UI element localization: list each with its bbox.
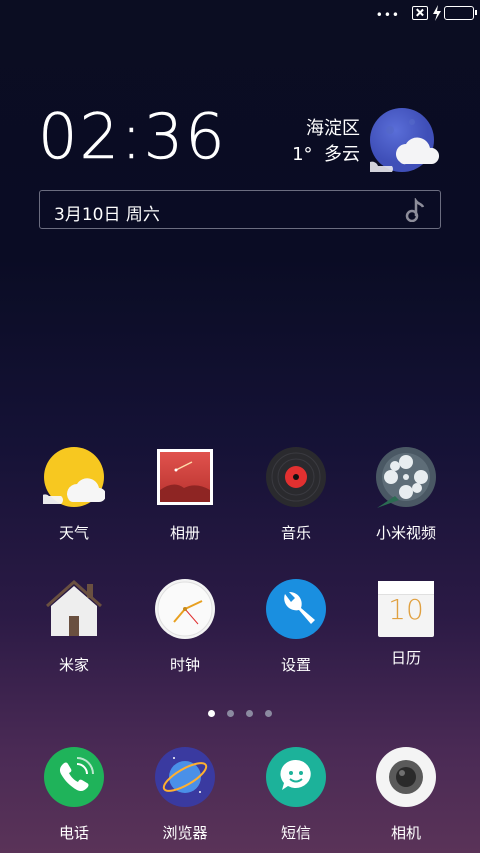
app-label: 电话	[58, 824, 89, 842]
charging-icon	[433, 5, 441, 21]
weather-condition: 多云	[324, 144, 360, 165]
film-reel-icon	[376, 447, 436, 508]
vinyl-record-icon	[266, 447, 326, 507]
globe-icon	[155, 747, 215, 807]
more-notifications-icon: •••	[375, 8, 400, 22]
page-dot[interactable]	[265, 710, 272, 717]
app-clock[interactable]: 时钟	[135, 578, 235, 675]
house-icon	[46, 579, 102, 636]
wrench-icon	[266, 579, 326, 639]
app-gallery[interactable]: 相册	[135, 446, 235, 543]
status-bar: •••	[0, 0, 480, 28]
app-label: 设置	[280, 656, 311, 674]
calendar-day: 10	[388, 593, 424, 626]
app-label: 短信	[280, 824, 311, 842]
battery-icon	[444, 6, 477, 20]
dock-sms[interactable]: 短信	[246, 746, 346, 843]
weather-temp-condition: 1° 多云	[292, 142, 360, 168]
smiley-message-icon	[266, 747, 326, 807]
page-dot[interactable]	[208, 710, 215, 717]
app-weather[interactable]: 天气	[24, 446, 124, 543]
weather-temp: 1°	[292, 144, 313, 165]
app-label: 日历	[390, 649, 421, 667]
date-text: 3月10日 周六	[54, 205, 160, 225]
app-label: 米家	[58, 656, 89, 674]
app-label: 浏览器	[162, 824, 208, 842]
app-label: 相册	[169, 524, 200, 542]
app-settings[interactable]: 设置	[246, 578, 346, 675]
moon-cloud-icon[interactable]	[370, 108, 440, 174]
clock-time[interactable]: 02:36	[38, 100, 227, 174]
app-label: 天气	[58, 524, 89, 542]
app-music[interactable]: 音乐	[246, 446, 346, 543]
app-calendar[interactable]: 10 日历	[356, 578, 456, 668]
dock-browser[interactable]: 浏览器	[135, 746, 235, 843]
calendar-icon: 10	[378, 581, 434, 637]
app-video[interactable]: 小米视频	[356, 446, 456, 543]
no-sim-icon	[412, 6, 428, 20]
weather-icon	[39, 447, 106, 507]
camera-icon	[376, 747, 436, 807]
weather-district: 海淀区	[306, 118, 360, 139]
weather-info[interactable]: 海淀区 1° 多云	[292, 116, 360, 168]
page-dot[interactable]	[227, 710, 234, 717]
page-dot[interactable]	[246, 710, 253, 717]
dock-camera[interactable]: 相机	[356, 746, 456, 843]
phone-icon	[44, 747, 104, 807]
music-note-icon[interactable]	[404, 198, 428, 222]
app-mijia[interactable]: 米家	[24, 578, 124, 675]
app-label: 小米视频	[375, 524, 436, 542]
page-indicator[interactable]	[0, 702, 480, 721]
clock-icon	[155, 579, 215, 639]
app-label: 音乐	[280, 524, 311, 542]
date-bar[interactable]: 3月10日 周六	[39, 190, 441, 229]
gallery-icon	[157, 449, 213, 505]
dock-phone[interactable]: 电话	[24, 746, 124, 843]
app-label: 时钟	[169, 656, 200, 674]
app-label: 相机	[390, 824, 421, 842]
